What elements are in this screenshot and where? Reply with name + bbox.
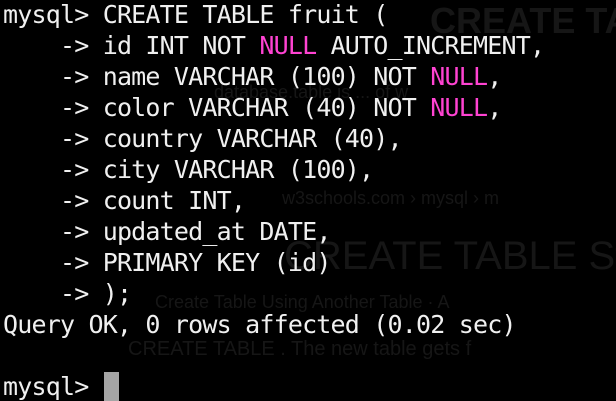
null-keyword: NULL — [430, 62, 488, 91]
continuation-prompt: -> — [3, 93, 103, 122]
continuation-prompt: -> — [3, 217, 103, 246]
continuation-prompt: -> — [3, 279, 103, 308]
sql-text: , — [487, 93, 502, 122]
terminal-window[interactable]: CREATE TABLE database.table is ... of w … — [0, 0, 616, 401]
sql-text: country VARCHAR (40), — [102, 124, 403, 153]
prompt: mysql> — [3, 372, 103, 401]
sql-text: , — [487, 62, 502, 91]
sql-text: AUTO_INCREMENT, — [316, 31, 545, 60]
terminal-line: -> city VARCHAR (100), — [3, 154, 544, 185]
terminal-line: -> country VARCHAR (40), — [3, 123, 544, 154]
terminal-line: -> color VARCHAR (40) NOT NULL, — [3, 92, 544, 123]
terminal-line: -> ); — [3, 278, 544, 309]
sql-text: city VARCHAR (100), — [102, 155, 374, 184]
sql-text: color VARCHAR (40) NOT — [102, 93, 431, 122]
sql-text: id INT NOT — [102, 31, 260, 60]
terminal-line: -> PRIMARY KEY (id) — [3, 247, 544, 278]
sql-text: ); — [102, 279, 132, 308]
terminal-output: mysql> CREATE TABLE fruit ( -> id INT NO… — [3, 0, 545, 401]
null-keyword: NULL — [259, 31, 317, 60]
text-cursor[interactable] — [103, 372, 119, 401]
sql-text: count INT, — [102, 186, 246, 215]
prompt: mysql> — [3, 0, 103, 29]
continuation-prompt: -> — [3, 155, 103, 184]
continuation-prompt: -> — [3, 248, 103, 277]
input-line[interactable]: mysql> — [3, 371, 544, 401]
terminal-line: -> id INT NOT NULL AUTO_INCREMENT, — [3, 30, 545, 61]
sql-text: name VARCHAR (100) NOT — [102, 62, 431, 91]
terminal-line: -> name VARCHAR (100) NOT NULL, — [3, 61, 544, 92]
sql-text: CREATE TABLE fruit ( — [102, 0, 389, 29]
terminal-line: mysql> CREATE TABLE fruit ( — [3, 0, 544, 30]
continuation-prompt: -> — [3, 31, 103, 60]
continuation-prompt: -> — [3, 124, 103, 153]
terminal-line: -> updated_at DATE, — [3, 216, 544, 247]
continuation-prompt: -> — [3, 186, 103, 215]
continuation-prompt: -> — [3, 62, 103, 91]
null-keyword: NULL — [430, 93, 488, 122]
sql-text: updated_at DATE, — [102, 217, 332, 246]
query-result: Query OK, 0 rows affected (0.02 sec) — [3, 310, 516, 339]
terminal-line: -> count INT, — [3, 185, 544, 216]
sql-text: PRIMARY KEY (id) — [102, 248, 332, 277]
